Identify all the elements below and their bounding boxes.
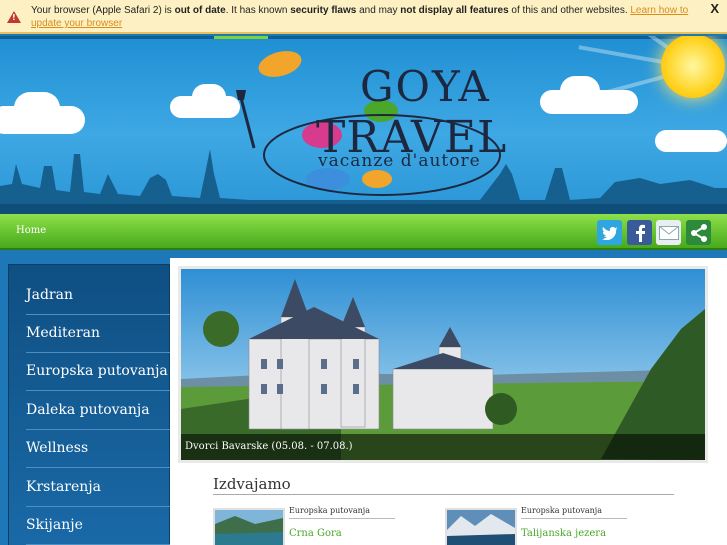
header-banner: GOYA TRAVEL vacanze d'autore xyxy=(0,36,727,214)
featured-section-title: Izdvajamo xyxy=(213,475,674,495)
logo-tagline: vacanze d'autore xyxy=(318,151,481,171)
warning-text: of this and other websites. xyxy=(508,5,631,16)
sidebar-item-europska-putovanja[interactable]: Europska putovanja xyxy=(26,353,171,391)
sidebar-item-jadran[interactable]: Jadran xyxy=(26,277,171,315)
warning-text: and may xyxy=(356,5,401,16)
sidebar-item-wellness[interactable]: Wellness xyxy=(26,430,171,468)
card-title-link[interactable]: Talijanska jezera xyxy=(521,528,606,539)
facebook-icon[interactable] xyxy=(627,220,652,245)
warning-text: Your browser (Apple Safari 2) is xyxy=(31,5,175,16)
featured-card[interactable]: Europska putovanja Talijanska jezera xyxy=(445,504,635,545)
paint-blob-orange xyxy=(255,46,305,82)
main-content: Dvorci Bavarske (05.08. - 07.08.) Izdvaj… xyxy=(170,258,727,545)
twitter-icon[interactable] xyxy=(597,220,622,245)
castle-photo xyxy=(181,269,705,460)
featured-card[interactable]: Europska putovanja Crna Gora xyxy=(213,504,403,545)
card-title-link[interactable]: Crna Gora xyxy=(289,528,342,539)
browser-warning-bar: Your browser (Apple Safari 2) is out of … xyxy=(0,0,727,34)
card-category: Europska putovanja xyxy=(289,506,395,519)
sidebar-item-krstarenja[interactable]: Krstarenja xyxy=(26,469,171,507)
warning-bold-features: not display all features xyxy=(400,5,509,16)
main-nav-bar: Home xyxy=(0,214,727,250)
card-category: Europska putovanja xyxy=(521,506,627,519)
warning-bold-security: security flaws xyxy=(290,5,357,16)
sidebar-item-mediteran[interactable]: Mediteran xyxy=(26,315,171,353)
close-warning-button[interactable]: X xyxy=(710,1,719,16)
browser-warning-message: Your browser (Apple Safari 2) is out of … xyxy=(31,4,701,30)
category-sidebar: Jadran Mediteran Europska putovanja Dale… xyxy=(8,264,171,545)
logo-goya: GOYA xyxy=(360,62,491,111)
card-thumbnail[interactable] xyxy=(445,508,517,545)
featured-slider[interactable]: Dvorci Bavarske (05.08. - 07.08.) xyxy=(178,266,708,463)
cloud xyxy=(560,76,600,106)
email-icon[interactable] xyxy=(656,220,681,245)
goya-travel-logo[interactable]: GOYA TRAVEL vacanze d'autore xyxy=(232,46,506,200)
cloud xyxy=(14,92,60,124)
slider-caption: Dvorci Bavarske (05.08. - 07.08.) xyxy=(181,434,705,460)
warning-text: . It has known xyxy=(225,5,291,16)
warning-icon xyxy=(7,11,21,23)
sidebar-item-daleka-putovanja[interactable]: Daleka putovanja xyxy=(26,392,171,430)
sun-icon xyxy=(661,36,725,98)
card-thumbnail[interactable] xyxy=(213,508,285,545)
header-top-line xyxy=(0,36,727,39)
share-icon[interactable] xyxy=(686,220,711,245)
cloud xyxy=(192,84,226,110)
sidebar-item-skijanje[interactable]: Skijanje xyxy=(26,507,171,545)
nav-home-link[interactable]: Home xyxy=(16,225,46,236)
warning-bold-outdated: out of date xyxy=(174,5,226,16)
